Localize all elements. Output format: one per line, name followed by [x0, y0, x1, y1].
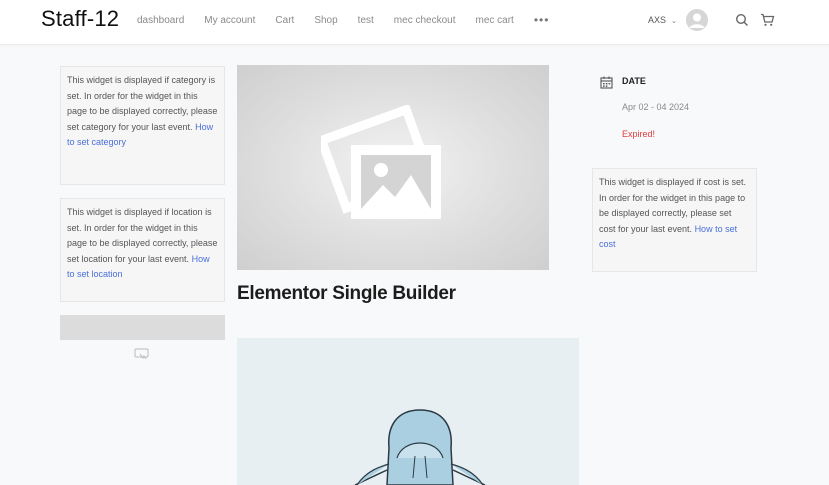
date-label: DATE — [622, 76, 646, 86]
event-status-badge: Expired! — [622, 129, 656, 139]
hoodie-illustration — [354, 409, 486, 485]
nav-item-mec-checkout[interactable]: mec checkout — [394, 15, 456, 27]
chevron-down-icon: ⌄ — [671, 18, 677, 25]
currency-switcher[interactable]: AXS ⌄ — [648, 15, 677, 25]
category-widget-notice: This widget is displayed if category is … — [60, 66, 225, 185]
location-widget-notice: This widget is displayed if location is … — [60, 198, 225, 302]
nav-item-shop[interactable]: Shop — [314, 15, 337, 27]
main-nav: dashboard My account Cart Shop test mec … — [137, 13, 569, 27]
nav-item-dashboard[interactable]: dashboard — [137, 15, 184, 27]
nav-more-icon[interactable]: ••• — [534, 13, 550, 27]
site-title[interactable]: Staff-12 — [41, 6, 119, 32]
placeholder-bar — [60, 315, 225, 340]
search-icon[interactable] — [735, 13, 751, 29]
currency-label: AXS — [648, 15, 667, 25]
nav-item-cart[interactable]: Cart — [275, 15, 294, 27]
nav-item-my-account[interactable]: My account — [204, 15, 255, 27]
event-image — [237, 338, 579, 485]
user-icon — [686, 9, 708, 31]
calendar-icon — [600, 76, 613, 94]
featured-image-placeholder — [237, 65, 549, 270]
avatar[interactable] — [686, 9, 708, 31]
cart-icon[interactable] — [760, 13, 776, 29]
event-title: Elementor Single Builder — [237, 283, 456, 304]
nav-item-mec-cart[interactable]: mec cart — [476, 15, 514, 27]
site-header: Staff-12 dashboard My account Cart Shop … — [0, 0, 829, 45]
cost-widget-notice: This widget is displayed if cost is set.… — [592, 168, 757, 272]
event-date: Apr 02 - 04 2024 — [622, 102, 690, 112]
nav-item-test[interactable]: test — [358, 15, 374, 27]
image-placeholder-icon — [321, 105, 441, 219]
image-placeholder-icon — [134, 347, 150, 365]
